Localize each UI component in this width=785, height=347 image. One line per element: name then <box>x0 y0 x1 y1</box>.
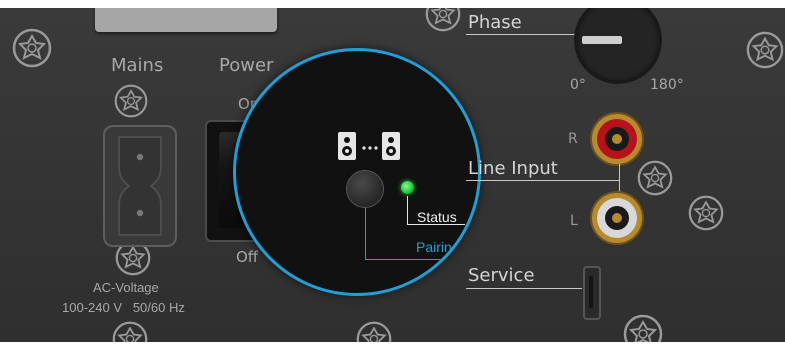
service-port[interactable] <box>583 266 601 320</box>
mains-label: Mains <box>111 55 164 76</box>
rca-left-jack[interactable] <box>592 193 642 243</box>
phase-leader <box>466 34 576 35</box>
phase-label: Phase <box>468 12 522 33</box>
line-input-leader <box>466 180 620 181</box>
voltage-title: AC-Voltage <box>93 280 159 295</box>
screw-icon <box>112 321 148 342</box>
knob-pointer-icon <box>582 36 622 44</box>
status-leader-v <box>407 196 408 224</box>
rca-right-jack[interactable] <box>592 114 642 164</box>
phase-max-label: 180° <box>650 77 684 93</box>
power-off-label: Off <box>236 248 259 266</box>
phase-min-label: 0° <box>570 77 586 93</box>
voltage-value: 100-240 V 50/60 Hz <box>62 300 185 315</box>
power-label: Power <box>219 55 274 76</box>
status-led <box>401 181 414 194</box>
label-plate <box>95 8 277 32</box>
screw-icon <box>12 28 52 68</box>
screw-icon <box>746 31 784 69</box>
screw-icon <box>637 160 673 196</box>
rca-right-label: R <box>568 131 578 147</box>
speaker-pair-icon <box>336 130 420 162</box>
screw-icon <box>623 314 663 342</box>
service-leader <box>466 288 582 289</box>
pairing-leader-h <box>365 259 465 260</box>
screw-icon <box>688 195 724 231</box>
pairing-callout: Status Pairing <box>233 48 481 296</box>
status-label: Status <box>417 209 457 225</box>
screw-icon <box>425 8 461 32</box>
iec-socket-icon <box>118 136 162 236</box>
line-input-leader-v <box>619 164 620 194</box>
pairing-leader-v <box>365 208 366 259</box>
screw-icon <box>114 84 148 118</box>
rear-panel: Mains AC-Voltage 100-240 V 50/60 Hz Powe… <box>0 8 785 342</box>
mains-socket[interactable] <box>103 125 177 247</box>
line-input-label: Line Input <box>468 158 558 179</box>
pairing-button[interactable] <box>346 170 384 208</box>
pairing-label: Pairing <box>416 239 460 255</box>
screw-icon <box>356 321 392 342</box>
rca-left-label: L <box>570 213 578 229</box>
service-label: Service <box>468 265 535 286</box>
phase-knob[interactable] <box>574 8 662 84</box>
